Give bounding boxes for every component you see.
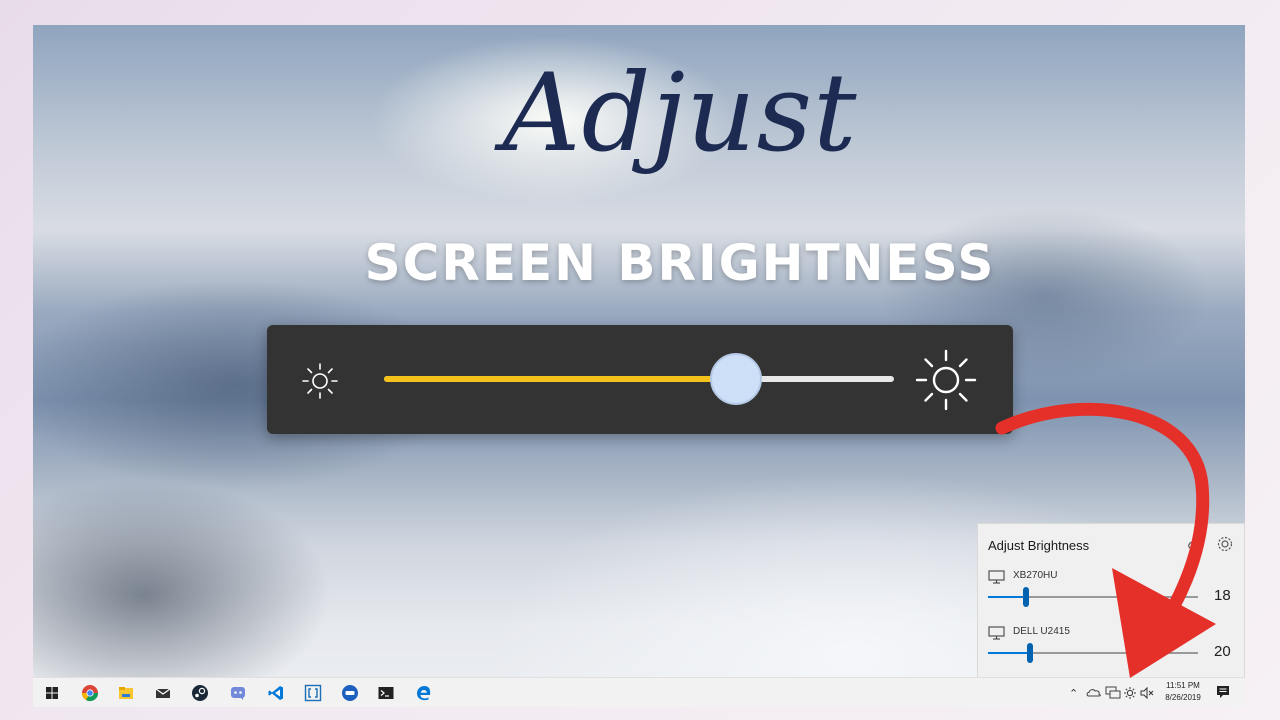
headline-script: Adjust (502, 51, 858, 176)
terminal-icon[interactable] (377, 684, 395, 702)
file-explorer-icon[interactable] (117, 684, 135, 702)
sun-dim-icon (302, 363, 338, 399)
sun-bright-icon (915, 349, 977, 411)
vscode-icon[interactable] (267, 684, 285, 702)
edge-icon[interactable] (415, 684, 433, 702)
hill-shadow (33, 445, 453, 685)
brackets-icon[interactable] (304, 684, 322, 702)
mail-icon[interactable] (154, 684, 172, 702)
chrome-icon[interactable] (81, 684, 99, 702)
clock-date: 8/26/2019 (1165, 693, 1201, 702)
brightness-slider-panel (267, 325, 1013, 434)
red-arrow-annotation (995, 402, 1216, 678)
windows-start-icon[interactable] (43, 684, 61, 702)
brightness-thumb[interactable] (709, 353, 762, 405)
brightness-track-fill (384, 376, 736, 382)
steam-icon[interactable] (191, 684, 209, 702)
dvd-icon[interactable] (341, 684, 359, 702)
brightness-track[interactable] (384, 353, 894, 405)
headline-main: SCREEN BRIGHTNESS (364, 234, 996, 292)
discord-icon[interactable] (229, 684, 247, 702)
